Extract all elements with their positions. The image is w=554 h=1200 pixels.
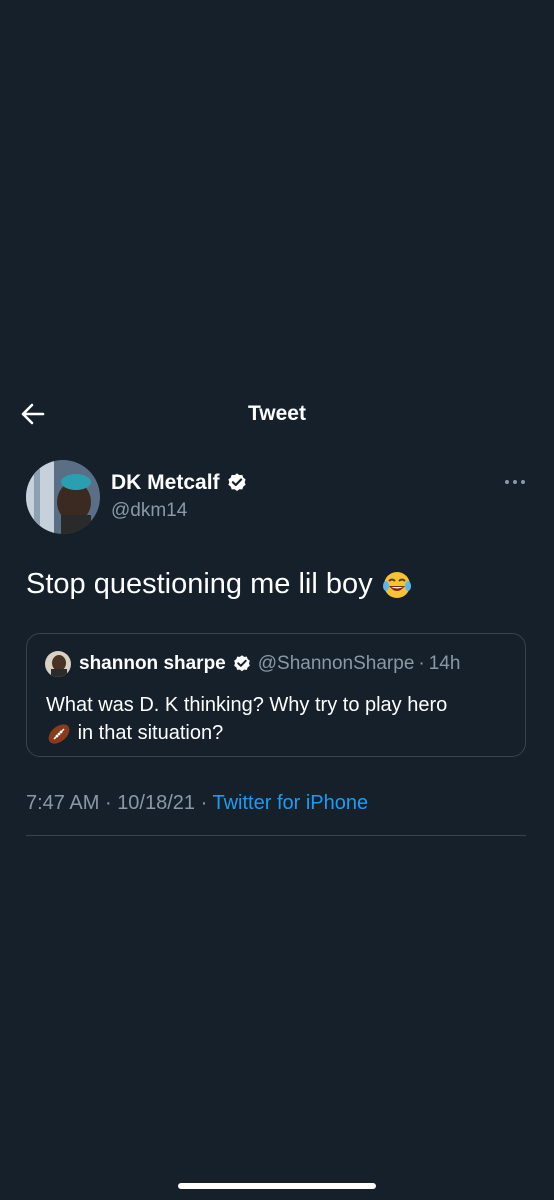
quoted-tweet-card[interactable]: shannon sharpe @ShannonSharpe · 14h What…: [26, 633, 526, 757]
verified-badge-icon: [233, 655, 250, 672]
quoted-author-handle: @ShannonSharpe: [257, 653, 415, 674]
meta-separator: ·: [200, 792, 208, 814]
author-avatar[interactable]: [26, 460, 100, 534]
more-options-button[interactable]: [500, 470, 530, 494]
more-horizontal-icon: [505, 480, 525, 484]
verified-badge-icon: [227, 473, 246, 491]
quoted-header: shannon sharpe @ShannonSharpe · 14h: [79, 653, 460, 675]
face-with-tears-of-joy-icon: [382, 572, 411, 599]
quoted-tweet-text: What was D. K thinking? Why try to play …: [46, 691, 516, 747]
avatar-image: [26, 460, 100, 534]
quoted-timestamp: 14h: [428, 653, 461, 674]
tweet-text: Stop questioning me lil boy: [26, 566, 413, 602]
meta-separator: ·: [104, 792, 112, 814]
american-football-icon: [48, 724, 70, 744]
author-name-row: DK Metcalf: [111, 471, 248, 495]
author-handle[interactable]: @dkm14: [111, 500, 187, 522]
tweet-meta: 7:47 AM · 10/18/21 · Twitter for iPhone: [26, 792, 368, 815]
quoted-author-avatar: [45, 651, 71, 677]
tweet-date: 10/18/21: [117, 792, 196, 814]
quoted-text-line2: in that situation?: [77, 722, 224, 744]
home-indicator[interactable]: [178, 1183, 376, 1189]
quoted-separator: ·: [418, 653, 425, 674]
top-bar: Tweet: [0, 390, 554, 438]
page-title: Tweet: [248, 402, 306, 425]
divider: [26, 835, 526, 836]
tweet-time: 7:47 AM: [26, 792, 100, 814]
author-name[interactable]: DK Metcalf: [111, 471, 220, 495]
quoted-avatar-image: [45, 651, 71, 677]
quoted-author-name: shannon sharpe: [79, 653, 226, 674]
quoted-text-line1: What was D. K thinking? Why try to play …: [46, 694, 448, 716]
tweet-source-link[interactable]: Twitter for iPhone: [212, 792, 368, 814]
tweet-body: Stop questioning me lil boy: [26, 568, 373, 600]
